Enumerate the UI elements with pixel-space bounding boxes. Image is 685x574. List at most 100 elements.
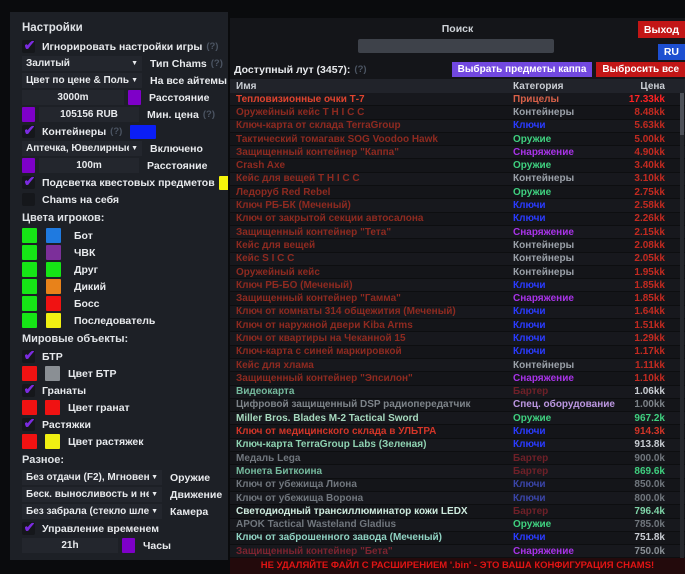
item-name: Ключ от убежища Лиона	[230, 479, 513, 490]
world-color-swatch[interactable]	[22, 400, 37, 415]
loot-distance-input[interactable]	[39, 158, 139, 173]
table-row[interactable]: Кейс S I C CКонтейнеры2.05kk	[230, 253, 685, 266]
table-row[interactable]: Ключ от наружной двери Kiba ArmsКлючи1.5…	[230, 319, 685, 332]
movement-dropdown[interactable]: Беск. выносливость и нет уста ▼	[22, 487, 162, 502]
containers-checkbox[interactable]: ✔	[22, 125, 35, 138]
table-row[interactable]: Кейс для вещей T H I C CКонтейнеры3.10kk	[230, 173, 685, 186]
player-color-swatch[interactable]	[46, 245, 61, 260]
table-row[interactable]: Защищенный контейнер "Каппа"Снаряжение4.…	[230, 146, 685, 159]
world-color-swatch[interactable]	[45, 366, 60, 381]
table-row[interactable]: Ключ от убежища ВоронаКлючи800.0k	[230, 492, 685, 505]
time-control-label: Управление временем	[42, 523, 159, 535]
player-color-swatch[interactable]	[22, 313, 37, 328]
self-chams-row: Chams на себя	[22, 191, 220, 208]
camera-dropdown[interactable]: Без забрала (стекло шлема) ▼	[22, 504, 162, 519]
enabled-categories-dropdown[interactable]: Аптечка, Ювелирные и... ▼	[22, 141, 142, 156]
language-button[interactable]: RU	[658, 44, 685, 60]
table-row[interactable]: Оружейный кейс T H I C CКонтейнеры8.48kk	[230, 106, 685, 119]
world-color-swatch[interactable]	[22, 434, 37, 449]
player-color-swatch[interactable]	[22, 262, 37, 277]
time-control-checkbox[interactable]: ✔	[22, 522, 35, 535]
table-row[interactable]: Медаль LegaБартер900.0k	[230, 452, 685, 465]
table-row[interactable]: Miller Bros. Blades M-2 Tactical SwordОр…	[230, 412, 685, 425]
world-object-checkbox[interactable]: ✔	[22, 418, 35, 431]
loot-table-scrollbar[interactable]	[680, 93, 684, 558]
quest-color-swatch[interactable]	[219, 176, 228, 190]
table-row[interactable]: Ключ от заброшенного завода (Меченый)Клю…	[230, 532, 685, 545]
table-row[interactable]: Защищенный контейнер "Эпсилон"Снаряжение…	[230, 372, 685, 385]
all-items-dropdown[interactable]: Цвет по цене & Пользователь ▼	[22, 73, 142, 88]
table-row[interactable]: Ключ от комнаты 314 общежития (Меченый)К…	[230, 306, 685, 319]
table-row[interactable]: Кейс для хламаКонтейнеры1.11kk	[230, 359, 685, 372]
item-category: Контейнеры	[513, 267, 615, 278]
exit-button[interactable]: Выход	[638, 21, 685, 38]
table-row[interactable]: Crash AxeОружие3.40kk	[230, 159, 685, 172]
table-row[interactable]: Монета БиткоинаБартер869.6k	[230, 465, 685, 478]
player-color-swatch[interactable]	[22, 245, 37, 260]
select-kappa-items-button[interactable]: Выбрать предметы каппа	[452, 62, 593, 77]
table-row[interactable]: Тактический томагавк SOG Voodoo HawkОруж…	[230, 133, 685, 146]
drop-all-button[interactable]: Выбросить все	[596, 62, 685, 77]
table-row[interactable]: Ключ от закрытой секции автосалонаКлючи2…	[230, 213, 685, 226]
table-row[interactable]: Ключ-карта TerraGroup Labs (Зеленая)Ключ…	[230, 439, 685, 452]
checkmark-icon: ✔	[24, 384, 36, 394]
table-row[interactable]: APOK Tactical Wasteland GladiusОружие785…	[230, 519, 685, 532]
table-row[interactable]: Ключ РБ-БО (Меченый)Ключи1.85kk	[230, 279, 685, 292]
table-row[interactable]: Защищенный контейнер "Бета"Снаряжение750…	[230, 545, 685, 558]
item-category: Ключи	[513, 426, 615, 437]
player-color-swatch[interactable]	[46, 228, 61, 243]
player-color-row: Дикий	[22, 278, 220, 295]
table-row[interactable]: Тепловизионные очки Т-7Прицелы17.33kk	[230, 93, 685, 106]
world-color-swatch[interactable]	[45, 434, 60, 449]
containers-color-swatch[interactable]	[130, 125, 156, 139]
column-header-category[interactable]: Категория	[513, 81, 615, 92]
player-color-swatch[interactable]	[46, 313, 61, 328]
items-distance-input[interactable]	[22, 90, 124, 105]
player-color-swatch[interactable]	[22, 279, 37, 294]
table-row[interactable]: Цифровой защищенный DSP радиопередатчикС…	[230, 399, 685, 412]
chams-type-dropdown[interactable]: Залитый ▼	[22, 56, 142, 71]
world-color-swatch[interactable]	[22, 366, 37, 381]
table-row[interactable]: Ключ-карта с синей маркировкойКлючи1.17k…	[230, 346, 685, 359]
table-row[interactable]: Ключ-карта от склада TerraGroupКлючи5.63…	[230, 120, 685, 133]
table-row[interactable]: Ключ от медицинского склада в УЛЬТРАКлюч…	[230, 425, 685, 438]
world-color-swatch[interactable]	[45, 400, 60, 415]
table-row[interactable]: Светодиодный трансиллюминатор кожи LEDXБ…	[230, 505, 685, 518]
player-color-swatch[interactable]	[22, 296, 37, 311]
table-row[interactable]: Кейс для вещейКонтейнеры2.08kk	[230, 239, 685, 252]
loot-distance-color-swatch[interactable]	[22, 158, 35, 173]
min-price-color-swatch[interactable]	[22, 107, 35, 122]
table-row[interactable]: ВидеокартаБартер1.06kk	[230, 386, 685, 399]
column-header-price[interactable]: Цена	[615, 81, 685, 92]
column-header-name[interactable]: Имя	[230, 81, 513, 92]
table-row[interactable]: Ключ от убежища ЛионаКлючи850.0k	[230, 479, 685, 492]
quest-highlight-checkbox[interactable]: ✔	[22, 176, 35, 189]
player-color-swatch[interactable]	[22, 228, 37, 243]
player-color-swatch[interactable]	[46, 296, 61, 311]
enabled-categories-row: Аптечка, Ювелирные и... ▼ Включено	[22, 140, 220, 157]
distance-color-swatch[interactable]	[128, 90, 141, 105]
player-color-swatch[interactable]	[46, 279, 61, 294]
player-color-row: Бот	[22, 227, 220, 244]
scrollbar-thumb[interactable]	[680, 93, 684, 135]
table-row[interactable]: Ключ РБ-БК (Меченый)Ключи2.58kk	[230, 199, 685, 212]
hours-color-swatch[interactable]	[122, 538, 135, 553]
min-price-input[interactable]	[39, 107, 139, 122]
self-chams-checkbox[interactable]	[22, 193, 35, 206]
ignore-game-settings-checkbox[interactable]: ✔	[22, 40, 35, 53]
item-price: 17.33kk	[615, 94, 685, 105]
table-row[interactable]: Защищенный контейнер "Гамма"Снаряжение1.…	[230, 292, 685, 305]
world-object-checkbox[interactable]: ✔	[22, 384, 35, 397]
enabled-categories-label: Включено	[150, 143, 203, 155]
table-row[interactable]: Ледоруб Red RebelОружие2.75kk	[230, 186, 685, 199]
search-input[interactable]	[358, 39, 554, 53]
item-category: Бартер	[513, 466, 615, 477]
world-object-label: БТР	[42, 351, 63, 363]
hours-input[interactable]	[22, 538, 118, 553]
table-row[interactable]: Защищенный контейнер "Тета"Снаряжение2.1…	[230, 226, 685, 239]
player-color-swatch[interactable]	[46, 262, 61, 277]
world-object-checkbox[interactable]: ✔	[22, 350, 35, 363]
table-row[interactable]: Оружейный кейсКонтейнеры1.95kk	[230, 266, 685, 279]
table-row[interactable]: Ключ от квартиры на Чеканной 15Ключи1.29…	[230, 332, 685, 345]
weapon-dropdown[interactable]: Без отдачи (F2), Мгновенное п ▼	[22, 470, 162, 485]
